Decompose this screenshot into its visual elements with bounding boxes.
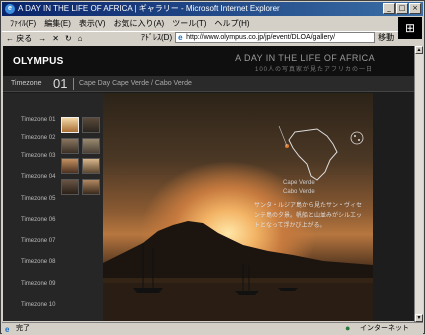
timezone-item-09[interactable]: Timezone 09 [21,279,55,289]
status-text: 完了 [16,325,30,332]
timezone-item-01[interactable]: Timezone 01 [21,115,55,125]
stop-button[interactable]: ✕ [52,32,59,44]
menu-help[interactable]: ヘルプ(H) [210,17,253,30]
window-title: A DAY IN THE LIFE OF AFRICA | ギャラリー - Mi… [18,4,280,13]
zone-text: インターネット [360,325,409,332]
timezone-item-05[interactable]: Timezone 05 [21,194,55,204]
timezone-number: 01 [53,76,68,91]
photo-caption: サンタ・ルジア島から見たサン・ヴィセンテ島の夕景。帆船と山並みがシルエットとなっ… [254,203,363,229]
location-country: Cape Verde [283,180,315,186]
window-controls: _ □ × [383,3,421,14]
olympus-logo[interactable]: OLYMPUS [13,56,64,67]
timezone-description: Cape Day Cape Verde / Cabo Verde [79,80,192,87]
timezone-label: Timezone [11,80,42,87]
timezone-item-07[interactable]: Timezone 07 [21,236,55,246]
location-city: Cabo Verde [283,189,315,195]
thumbnail-6[interactable] [82,158,100,174]
forward-button[interactable]: → [38,32,46,44]
vertical-scrollbar[interactable]: ▲ ▼ [414,46,423,322]
maximize-button[interactable]: □ [396,3,408,14]
timezone-item-10[interactable]: Timezone 10 [21,300,55,310]
title-bar: e A DAY IN THE LIFE OF AFRICA | ギャラリー - … [2,2,423,16]
menu-edit[interactable]: 編集(E) [40,17,75,30]
thumbnail-5[interactable] [61,158,79,174]
address-bar: ｱﾄﾞﾚｽ(D) http://www.olympus.co.jp/jp/eve… [141,31,425,44]
browser-window: e A DAY IN THE LIFE OF AFRICA | ギャラリー - … [0,0,425,334]
thumbnail-4[interactable] [82,138,100,154]
menu-bar: ﾌｧｲﾙ(F) 編集(E) 表示(V) お気に入り(A) ツール(T) ヘルプ(… [2,17,423,39]
thumbnail-2[interactable] [82,117,100,133]
go-button[interactable]: 移動 [378,32,394,43]
africa-map [278,125,364,181]
scroll-down-arrow-icon[interactable]: ▼ [415,314,423,322]
thumbnail-8[interactable] [82,179,100,195]
close-button[interactable]: × [409,3,421,14]
back-button[interactable]: ← 戻る [6,32,32,44]
menu-favorites[interactable]: お気に入り(A) [110,17,169,30]
timezone-item-04[interactable]: Timezone 04 [21,172,55,182]
page-content: OLYMPUS A DAY IN THE LIFE OF AFRICA 100人… [3,46,423,321]
timezone-bar: Timezone 01 Cape Day Cape Verde / Cabo V… [3,76,423,92]
address-label: ｱﾄﾞﾚｽ(D) [141,33,173,42]
refresh-button[interactable]: ↻ [65,32,72,44]
thumbnail-1[interactable] [61,117,79,133]
page-icon: e [5,325,10,334]
timezone-item-06[interactable]: Timezone 06 [21,215,55,225]
divider [73,78,74,90]
timezone-item-02[interactable]: Timezone 02 [21,133,55,143]
scroll-up-arrow-icon[interactable]: ▲ [415,46,423,54]
minimize-button[interactable]: _ [383,3,395,14]
thumbnail-7[interactable] [61,179,79,195]
menu-view[interactable]: 表示(V) [75,17,110,30]
site-subtitle: 100人の写真家が見たアフリカの一日 [254,67,373,73]
status-bar: e 完了 ● インターネット [2,322,423,334]
globe-icon: ● [345,323,351,333]
timezone-item-03[interactable]: Timezone 03 [21,151,55,161]
site-header: OLYMPUS A DAY IN THE LIFE OF AFRICA 100人… [3,46,423,76]
address-input[interactable]: http://www.olympus.co.jp/jp/event/DLOA/g… [175,32,376,43]
thumbnail-3[interactable] [61,138,79,154]
site-title: A DAY IN THE LIFE OF AFRICA [235,53,375,63]
home-button[interactable]: ⌂ [78,32,83,44]
menu-tools[interactable]: ツール(T) [168,17,210,30]
location-info: Cape Verde Cabo Verde [283,179,315,197]
timezone-item-08[interactable]: Timezone 08 [21,257,55,267]
menu-file[interactable]: ﾌｧｲﾙ(F) [6,17,40,30]
internet-explorer-icon: e [5,4,15,14]
